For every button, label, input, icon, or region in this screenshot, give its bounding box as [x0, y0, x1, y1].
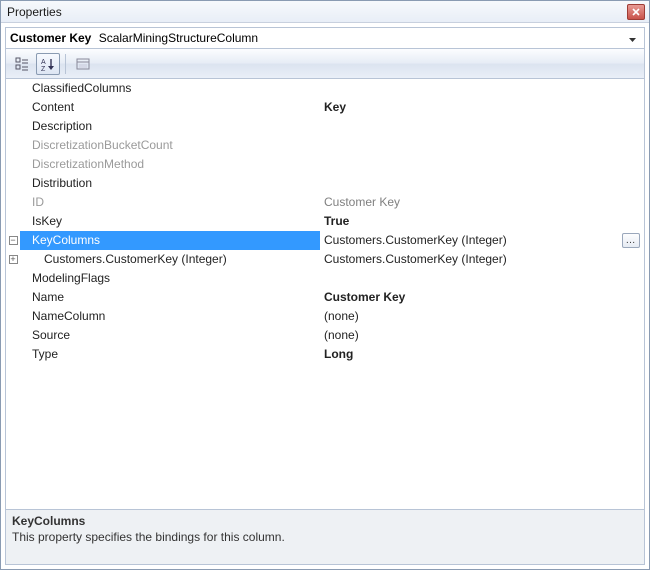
row-gutter: [6, 288, 20, 307]
ellipsis-button[interactable]: …: [622, 233, 640, 248]
close-icon: [632, 8, 640, 16]
property-label: Customers.CustomerKey (Integer): [20, 250, 320, 269]
property-value[interactable]: [320, 117, 644, 136]
object-dropdown-arrow[interactable]: [624, 31, 640, 45]
row-gutter: [6, 174, 20, 193]
property-value-text: Customer Key: [324, 288, 405, 307]
property-value[interactable]: Long: [320, 345, 644, 364]
property-label: Distribution: [20, 174, 320, 193]
property-value-text: Long: [324, 345, 353, 364]
property-value[interactable]: Customer Key: [320, 193, 644, 212]
property-value-text: Customers.CustomerKey (Integer): [324, 231, 507, 250]
property-row-Source[interactable]: Source(none): [6, 326, 644, 345]
expand-icon[interactable]: +: [9, 255, 18, 264]
object-name: Customer Key: [10, 31, 91, 45]
sort-alpha-icon: A Z: [41, 57, 55, 71]
property-row-ModelingFlags[interactable]: ModelingFlags: [6, 269, 644, 288]
property-value[interactable]: [320, 155, 644, 174]
property-label: KeyColumns: [20, 231, 320, 250]
property-value-text: Customers.CustomerKey (Integer): [324, 250, 507, 269]
property-value[interactable]: [320, 174, 644, 193]
row-gutter: [6, 326, 20, 345]
property-value[interactable]: (none): [320, 307, 644, 326]
property-label: DiscretizationBucketCount: [20, 136, 320, 155]
toolbar: A Z: [5, 49, 645, 79]
property-value[interactable]: Key: [320, 98, 644, 117]
row-gutter: [6, 269, 20, 288]
categorized-button[interactable]: [10, 53, 34, 75]
property-row-ID[interactable]: IDCustomer Key: [6, 193, 644, 212]
property-label: ModelingFlags: [20, 269, 320, 288]
row-gutter: [6, 79, 20, 98]
row-gutter[interactable]: −: [6, 231, 20, 250]
property-row-KeyColumns.0[interactable]: +Customers.CustomerKey (Integer)Customer…: [6, 250, 644, 269]
toolbar-separator: [65, 54, 66, 74]
property-label: Name: [20, 288, 320, 307]
property-pages-icon: [76, 57, 90, 71]
property-value[interactable]: Customers.CustomerKey (Integer): [320, 250, 644, 269]
property-value[interactable]: [320, 79, 644, 98]
property-row-Description[interactable]: Description: [6, 117, 644, 136]
property-value-text: True: [324, 212, 349, 231]
alphabetical-button[interactable]: A Z: [36, 53, 60, 75]
row-gutter: [6, 117, 20, 136]
collapse-icon[interactable]: −: [9, 236, 18, 245]
row-gutter: [6, 193, 20, 212]
property-label: IsKey: [20, 212, 320, 231]
property-value[interactable]: True: [320, 212, 644, 231]
property-value-text: Customer Key: [324, 193, 400, 212]
property-row-ClassifiedColumns[interactable]: ClassifiedColumns: [6, 79, 644, 98]
categorized-icon: [15, 57, 29, 71]
property-row-Distribution[interactable]: Distribution: [6, 174, 644, 193]
property-grid[interactable]: ClassifiedColumnsContentKeyDescriptionDi…: [5, 79, 645, 510]
property-value-text: (none): [324, 326, 359, 345]
close-button[interactable]: [627, 4, 645, 20]
svg-text:A: A: [41, 59, 46, 66]
row-gutter[interactable]: +: [6, 250, 20, 269]
row-gutter: [6, 98, 20, 117]
description-panel: KeyColumns This property specifies the b…: [5, 510, 645, 565]
property-label: DiscretizationMethod: [20, 155, 320, 174]
property-row-Name[interactable]: NameCustomer Key: [6, 288, 644, 307]
property-row-KeyColumns[interactable]: −KeyColumnsCustomers.CustomerKey (Intege…: [6, 231, 644, 250]
property-label: ClassifiedColumns: [20, 79, 320, 98]
row-gutter: [6, 155, 20, 174]
property-row-Type[interactable]: TypeLong: [6, 345, 644, 364]
property-row-IsKey[interactable]: IsKeyTrue: [6, 212, 644, 231]
property-label: Description: [20, 117, 320, 136]
row-gutter: [6, 307, 20, 326]
property-pages-button[interactable]: [71, 53, 95, 75]
chevron-down-icon: [629, 38, 636, 42]
property-label: Content: [20, 98, 320, 117]
property-value[interactable]: Customer Key: [320, 288, 644, 307]
title-bar: Properties: [1, 1, 649, 23]
property-row-DiscretizationBucketCount[interactable]: DiscretizationBucketCount: [6, 136, 644, 155]
row-gutter: [6, 345, 20, 364]
property-row-Content[interactable]: ContentKey: [6, 98, 644, 117]
description-title: KeyColumns: [12, 514, 638, 528]
property-value[interactable]: [320, 269, 644, 288]
property-label: Source: [20, 326, 320, 345]
object-type: ScalarMiningStructureColumn: [99, 31, 258, 45]
property-value[interactable]: (none): [320, 326, 644, 345]
property-row-NameColumn[interactable]: NameColumn(none): [6, 307, 644, 326]
object-selector[interactable]: Customer Key ScalarMiningStructureColumn: [5, 27, 645, 49]
property-label: ID: [20, 193, 320, 212]
row-gutter: [6, 136, 20, 155]
row-gutter: [6, 212, 20, 231]
property-value-text: Key: [324, 98, 346, 117]
property-row-DiscretizationMethod[interactable]: DiscretizationMethod: [6, 155, 644, 174]
property-value[interactable]: Customers.CustomerKey (Integer) …: [320, 231, 644, 250]
description-text: This property specifies the bindings for…: [12, 530, 638, 544]
property-value[interactable]: [320, 136, 644, 155]
window-title: Properties: [7, 5, 62, 19]
svg-text:Z: Z: [41, 66, 46, 71]
property-label: NameColumn: [20, 307, 320, 326]
property-value-text: (none): [324, 307, 359, 326]
property-label: Type: [20, 345, 320, 364]
